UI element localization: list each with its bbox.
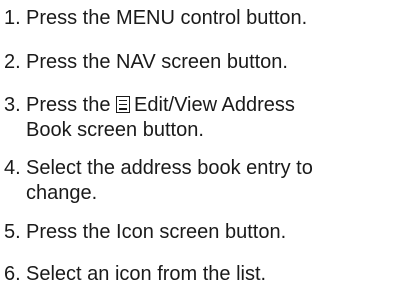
step-text-line2: change.	[26, 182, 98, 204]
step-text: Press the Edit/View Address Book screen …	[26, 93, 398, 143]
step-number: 4.	[4, 157, 21, 179]
step-text-line2: Book screen button.	[26, 119, 204, 141]
address-book-icon	[116, 96, 131, 113]
step-number: 6.	[4, 263, 21, 285]
step-number: 3.	[4, 94, 21, 116]
step-number: 5.	[4, 221, 21, 243]
step-text-line1: Select the address book entry to	[26, 157, 313, 179]
step-text-after-icon: Edit/View Address	[134, 94, 295, 116]
step-number: 2.	[4, 51, 21, 73]
step-text: Press the MENU control button.	[26, 7, 308, 29]
step-text-before-icon: Press the	[26, 94, 111, 116]
step-number: 1.	[4, 7, 21, 29]
step-text: Select the address book entry to change.	[26, 156, 398, 206]
step-text: Press the NAV screen button.	[26, 51, 288, 73]
step-text: Select an icon from the list.	[26, 263, 267, 285]
step-text: Press the Icon screen button.	[26, 221, 287, 243]
